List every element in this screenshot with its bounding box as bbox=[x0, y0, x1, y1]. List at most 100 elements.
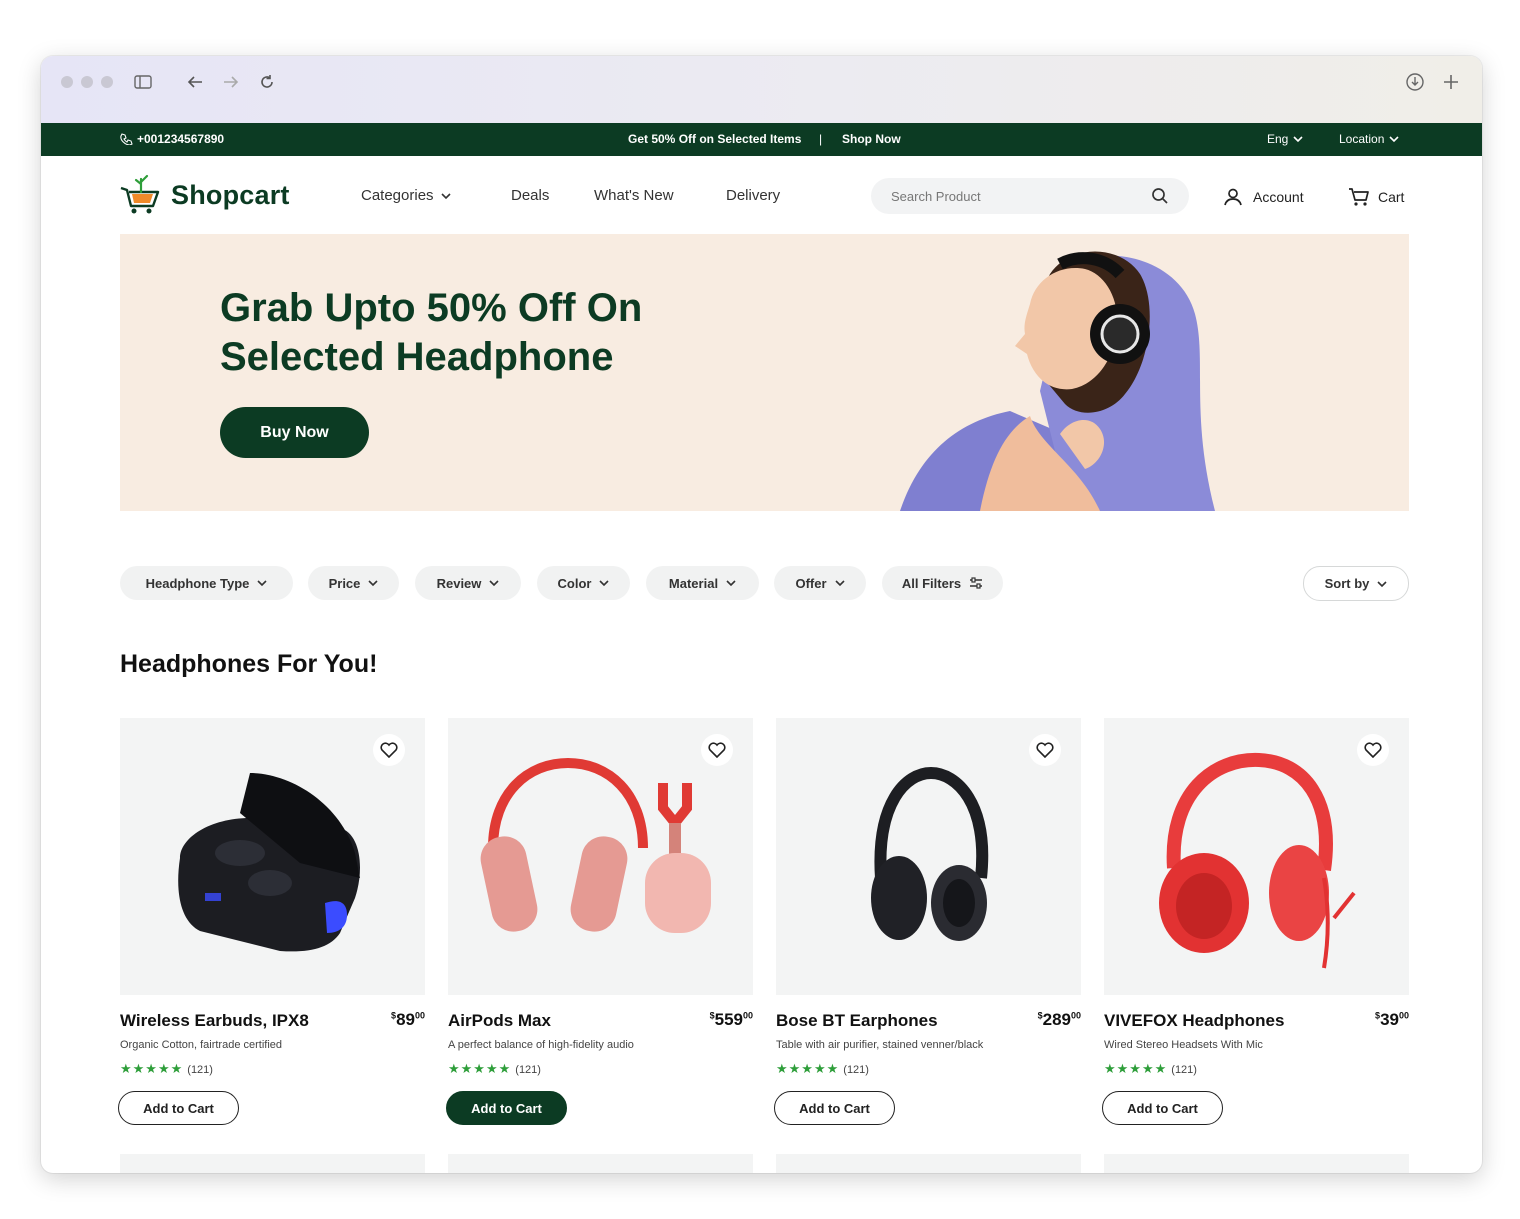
product-name[interactable]: VIVEFOX Headphones bbox=[1104, 1011, 1284, 1031]
search-icon[interactable] bbox=[1151, 187, 1169, 205]
price-cents: 00 bbox=[1398, 1010, 1409, 1021]
wishlist-heart-button[interactable] bbox=[373, 734, 405, 766]
heart-icon bbox=[380, 742, 398, 758]
wishlist-heart-button[interactable] bbox=[1029, 734, 1061, 766]
window-minimize-button[interactable] bbox=[81, 76, 93, 88]
chevron-down-icon bbox=[1389, 136, 1399, 143]
product-description: Wired Stereo Headsets With Mic bbox=[1104, 1039, 1263, 1051]
product-name[interactable]: Bose BT Earphones bbox=[776, 1011, 938, 1031]
product-price: $8900 bbox=[391, 1010, 425, 1029]
filter-price[interactable]: Price bbox=[308, 566, 399, 600]
forward-arrow-icon[interactable] bbox=[219, 70, 243, 94]
language-select[interactable]: Eng bbox=[1267, 132, 1303, 146]
product-card-partial bbox=[448, 1154, 753, 1173]
account-label: Account bbox=[1253, 189, 1304, 205]
product-price: $28900 bbox=[1037, 1010, 1081, 1029]
add-to-cart-button[interactable]: Add to Cart bbox=[118, 1091, 239, 1125]
product-card[interactable]: Wireless Earbuds, IPX8 $8900 Organic Cot… bbox=[118, 718, 425, 1125]
product-price: $55900 bbox=[709, 1010, 753, 1029]
nav-delivery[interactable]: Delivery bbox=[726, 187, 780, 204]
review-count: (121) bbox=[1171, 1064, 1197, 1076]
hero-title-line-2: Selected Headphone bbox=[220, 335, 614, 379]
add-to-cart-button[interactable]: Add to Cart bbox=[1102, 1091, 1223, 1125]
brand-name: Shopcart bbox=[171, 179, 290, 210]
product-image[interactable] bbox=[448, 718, 753, 995]
chevron-down-icon bbox=[599, 580, 610, 587]
hero-banner: Grab Upto 50% Off On Selected Headphone … bbox=[120, 234, 1409, 511]
cart-link[interactable]: Cart bbox=[1348, 187, 1404, 207]
hero-headphone-model-image bbox=[900, 251, 1215, 511]
wishlist-heart-button[interactable] bbox=[701, 734, 733, 766]
price-value: 559 bbox=[714, 1010, 743, 1029]
heart-icon bbox=[1036, 742, 1054, 758]
review-count: (121) bbox=[187, 1064, 213, 1076]
download-icon[interactable] bbox=[1403, 70, 1427, 94]
search-placeholder: Search Product bbox=[891, 189, 981, 204]
nav-categories[interactable]: Categories bbox=[361, 187, 451, 204]
filter-label: Offer bbox=[795, 575, 827, 591]
window-close-button[interactable] bbox=[61, 76, 73, 88]
sort-by-dropdown[interactable]: Sort by bbox=[1303, 566, 1409, 601]
phone-icon bbox=[120, 133, 133, 146]
location-label: Location bbox=[1339, 132, 1385, 146]
location-select[interactable]: Location bbox=[1339, 132, 1399, 146]
filter-material[interactable]: Material bbox=[646, 566, 759, 600]
top-announcement-bar: +001234567890 Get 50% Off on Selected It… bbox=[41, 123, 1482, 156]
price-value: 89 bbox=[396, 1010, 415, 1029]
rating-stars: ★★★★★ bbox=[776, 1061, 840, 1076]
hero-title: Grab Upto 50% Off On Selected Headphone bbox=[220, 284, 642, 382]
product-card-partial bbox=[120, 1154, 425, 1173]
phone-contact[interactable]: +001234567890 bbox=[120, 132, 224, 146]
search-input[interactable]: Search Product bbox=[871, 178, 1189, 214]
filter-headphone-type[interactable]: Headphone Type bbox=[120, 566, 293, 600]
new-tab-icon[interactable] bbox=[1439, 70, 1463, 94]
account-link[interactable]: Account bbox=[1223, 187, 1304, 207]
chevron-down-icon bbox=[489, 580, 499, 587]
add-to-cart-button[interactable]: Add to Cart bbox=[774, 1091, 895, 1125]
product-card[interactable]: VIVEFOX Headphones $3900 Wired Stereo He… bbox=[1102, 718, 1409, 1125]
sort-label: Sort by bbox=[1324, 576, 1370, 591]
add-to-cart-button[interactable]: Add to Cart bbox=[446, 1091, 567, 1125]
cart-label: Cart bbox=[1378, 189, 1405, 205]
window-zoom-button[interactable] bbox=[101, 76, 113, 88]
product-card[interactable]: Bose BT Earphones $28900 Table with air … bbox=[774, 718, 1081, 1125]
nav-deals[interactable]: Deals bbox=[511, 187, 549, 204]
product-name[interactable]: Wireless Earbuds, IPX8 bbox=[120, 1011, 309, 1031]
product-name[interactable]: AirPods Max bbox=[448, 1011, 551, 1031]
chevron-down-icon bbox=[1377, 580, 1387, 587]
sidebar-toggle-icon[interactable] bbox=[131, 70, 155, 94]
hero-title-line-1: Grab Upto 50% Off On bbox=[220, 286, 643, 330]
product-card-partial bbox=[1104, 1154, 1409, 1173]
back-arrow-icon[interactable] bbox=[183, 70, 207, 94]
chevron-down-icon bbox=[834, 580, 845, 587]
language-label: Eng bbox=[1267, 132, 1289, 146]
promo-separator: | bbox=[819, 132, 823, 146]
filter-label: Material bbox=[668, 575, 719, 591]
wishlist-heart-button[interactable] bbox=[1357, 734, 1389, 766]
product-card-partial bbox=[776, 1154, 1081, 1173]
price-value: 289 bbox=[1042, 1010, 1071, 1029]
product-description: A perfect balance of high-fidelity audio bbox=[448, 1039, 634, 1051]
heart-icon bbox=[708, 742, 726, 758]
nav-whats-new[interactable]: What's New bbox=[594, 187, 674, 204]
shop-now-link[interactable]: Shop Now bbox=[842, 132, 901, 146]
filter-offer[interactable]: Offer bbox=[774, 566, 866, 600]
reload-icon[interactable] bbox=[255, 70, 279, 94]
promo-text: Get 50% Off on Selected Items bbox=[628, 132, 802, 146]
product-rating: ★★★★★ (121) bbox=[776, 1061, 869, 1077]
filter-label: Review bbox=[436, 575, 482, 591]
product-image[interactable] bbox=[120, 718, 425, 995]
filter-all-filters[interactable]: All Filters bbox=[882, 566, 1003, 600]
buy-now-button[interactable]: Buy Now bbox=[220, 407, 369, 458]
product-image[interactable] bbox=[776, 718, 1081, 995]
rating-stars: ★★★★★ bbox=[120, 1061, 184, 1076]
filter-label: Color bbox=[557, 575, 592, 591]
heart-icon bbox=[1364, 742, 1382, 758]
filter-color[interactable]: Color bbox=[537, 566, 630, 600]
filter-review[interactable]: Review bbox=[415, 566, 521, 600]
product-card[interactable]: AirPods Max $55900 A perfect balance of … bbox=[446, 718, 753, 1125]
product-image[interactable] bbox=[1104, 718, 1409, 995]
product-rating: ★★★★★ (121) bbox=[448, 1061, 541, 1077]
filter-label: Price bbox=[328, 575, 361, 591]
brand-logo[interactable]: Shopcart bbox=[119, 174, 290, 216]
